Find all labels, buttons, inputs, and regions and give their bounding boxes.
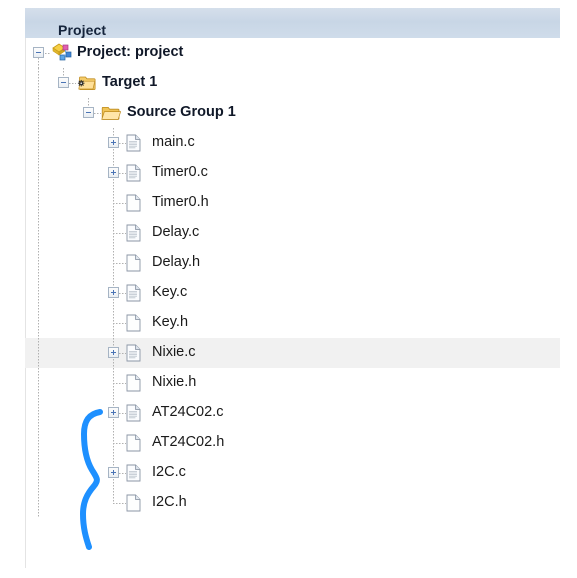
tree-node-label: Project: project [77, 44, 184, 60]
tree-row[interactable]: AT24C02.h [25, 428, 560, 458]
collapse-node-button[interactable] [58, 77, 69, 88]
tree-row[interactable]: I2C.c [25, 458, 560, 488]
tree-guide-line [38, 428, 39, 458]
tree-row[interactable]: Timer0.h [25, 188, 560, 218]
tree-row[interactable]: Timer0.c [25, 158, 560, 188]
tree-guide-line [38, 368, 39, 398]
collapse-node-button[interactable] [33, 47, 44, 58]
tree-node-label: Target 1 [102, 74, 158, 90]
tree-guide-line [113, 263, 126, 264]
tree-node-label: I2C.h [152, 494, 187, 510]
tree-guide-line [113, 323, 126, 324]
expand-node-button[interactable] [108, 467, 119, 478]
tree-row[interactable]: Nixie.c [25, 338, 560, 368]
tree-guide-line [38, 98, 39, 128]
tree-node-label: AT24C02.h [152, 434, 225, 450]
tree-guide-line [38, 188, 39, 218]
c-file-icon [126, 284, 141, 302]
tree-node-label: Nixie.c [152, 344, 196, 360]
target-folder-icon [77, 76, 96, 90]
tree-row[interactable]: I2C.h [25, 488, 560, 518]
c-file-icon [126, 164, 141, 182]
tree-guide-line [38, 458, 39, 488]
tree-guide-line [38, 488, 39, 518]
expand-node-button[interactable] [108, 167, 119, 178]
tree-guide-line [113, 503, 126, 504]
c-file-icon [126, 224, 141, 242]
panel-title: Project [58, 22, 107, 38]
h-file-icon [126, 194, 141, 212]
tree-row[interactable]: Project: project [25, 38, 560, 68]
tree-guide-line [38, 218, 39, 248]
tree-guide-line [113, 488, 114, 503]
h-file-icon [126, 374, 141, 392]
tree-guide-line [38, 158, 39, 188]
tree-guide-line [113, 383, 126, 384]
tree-row[interactable]: Nixie.h [25, 368, 560, 398]
tree-guide-line [38, 58, 39, 68]
tree-node-label: Nixie.h [152, 374, 197, 390]
h-file-icon [126, 314, 141, 332]
tree-node-label: I2C.c [152, 464, 186, 480]
tree-node-label: Timer0.h [152, 194, 209, 210]
h-file-icon [126, 434, 141, 452]
tree-row[interactable]: Source Group 1 [25, 98, 560, 128]
expand-node-button[interactable] [108, 287, 119, 298]
tree-row[interactable]: Delay.h [25, 248, 560, 278]
tree-node-label: AT24C02.c [152, 404, 224, 420]
collapse-node-button[interactable] [83, 107, 94, 118]
tree-guide-line [38, 278, 39, 308]
tree-node-label: Timer0.c [152, 164, 208, 180]
h-file-icon [126, 254, 141, 272]
tree-row[interactable]: AT24C02.c [25, 398, 560, 428]
tree-guide-line [113, 233, 126, 234]
expand-node-button[interactable] [108, 347, 119, 358]
tree-row[interactable]: Delay.c [25, 218, 560, 248]
project-icon [52, 43, 72, 61]
tree-row[interactable]: main.c [25, 128, 560, 158]
expand-node-button[interactable] [108, 137, 119, 148]
tree-guide-line [38, 398, 39, 428]
tree-guide-line [38, 128, 39, 158]
c-file-icon [126, 344, 141, 362]
tree-row[interactable]: Key.h [25, 308, 560, 338]
tree-row[interactable]: Target 1 [25, 68, 560, 98]
c-file-icon [126, 464, 141, 482]
tree-guide-line [38, 68, 39, 98]
tree-row[interactable]: Key.c [25, 278, 560, 308]
tree-guide-line [113, 443, 126, 444]
tree-node-label: Delay.h [152, 254, 201, 270]
expand-node-button[interactable] [108, 407, 119, 418]
tree-node-label: Delay.c [152, 224, 200, 240]
c-file-icon [126, 134, 141, 152]
h-file-icon [126, 494, 141, 512]
c-file-icon [126, 404, 141, 422]
tree-guide-line [38, 248, 39, 278]
tree-node-label: Key.c [152, 284, 188, 300]
tree-node-label: Source Group 1 [127, 104, 236, 120]
tree-node-label: main.c [152, 134, 195, 150]
project-explorer-panel: Project Project: project Target 1 Source… [0, 0, 577, 578]
project-tree[interactable]: Project: project Target 1 Source Group 1… [25, 38, 560, 518]
tree-guide-line [38, 308, 39, 338]
project-panel-header: Project [25, 8, 560, 38]
tree-guide-line [113, 203, 126, 204]
tree-node-label: Key.h [152, 314, 189, 330]
tree-guide-line [38, 338, 39, 368]
open-folder-icon [101, 107, 121, 120]
